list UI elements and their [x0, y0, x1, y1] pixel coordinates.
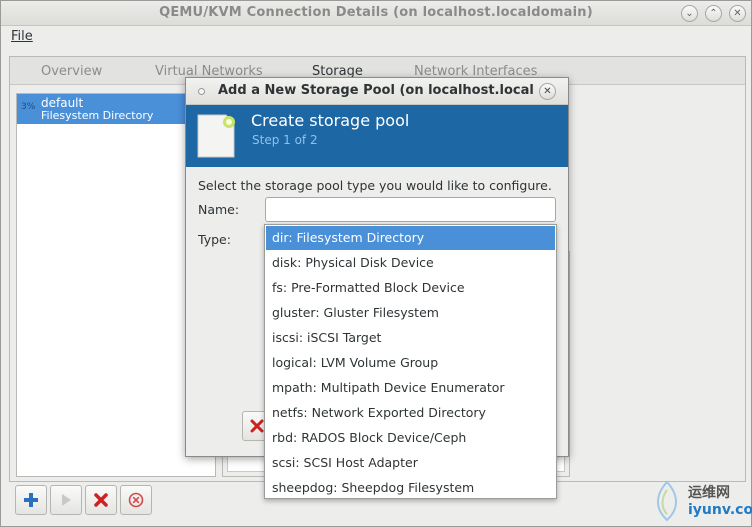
type-option-disk[interactable]: disk: Physical Disk Device: [266, 251, 555, 275]
pool-usage: 3%: [21, 102, 36, 112]
stop-pool-button[interactable]: [120, 485, 152, 515]
type-option-logical[interactable]: logical: LVM Volume Group: [266, 351, 555, 375]
type-option-scsi[interactable]: scsi: SCSI Host Adapter: [266, 451, 555, 475]
type-option-sheepdog[interactable]: sheepdog: Sheepdog Filesystem: [266, 476, 555, 500]
close-icon: ✕: [543, 86, 552, 97]
name-label: Name:: [198, 202, 240, 217]
add-icon: [24, 493, 38, 507]
window-titlebar[interactable]: QEMU/KVM Connection Details (on localhos…: [1, 1, 751, 26]
watermark-text: 运维网: [688, 485, 730, 501]
name-input[interactable]: [265, 197, 556, 222]
tab-overview[interactable]: Overview: [41, 64, 102, 79]
delete-pool-button[interactable]: [85, 485, 117, 515]
watermark-logo-icon: [657, 480, 677, 522]
dialog-title: Add a New Storage Pool (on localhost.loc…: [218, 83, 534, 98]
minimize-button[interactable]: ⌄: [681, 5, 698, 22]
storage-pool-icon: [197, 114, 235, 158]
close-button[interactable]: ✕: [729, 5, 746, 22]
pool-type: Filesystem Directory: [41, 109, 154, 122]
minimize-icon: ⌄: [685, 8, 694, 19]
type-option-fs[interactable]: fs: Pre-Formatted Block Device: [266, 276, 555, 300]
dialog-step: Step 1 of 2: [252, 133, 318, 147]
menu-file[interactable]: File: [11, 29, 33, 44]
close-icon: ✕: [733, 8, 742, 19]
type-option-gluster[interactable]: gluster: Gluster Filesystem: [266, 301, 555, 325]
maximize-icon: ⌃: [709, 8, 718, 19]
type-option-mpath[interactable]: mpath: Multipath Device Enumerator: [266, 376, 555, 400]
watermark: 运维网 iyunv.com: [650, 478, 752, 524]
dialog-prompt: Select the storage pool type you would l…: [198, 178, 552, 193]
maximize-button[interactable]: ⌃: [705, 5, 722, 22]
watermark-url: iyunv.com: [688, 502, 752, 518]
type-dropdown-list[interactable]: dir: Filesystem Directory disk: Physical…: [264, 224, 557, 499]
type-option-dir[interactable]: dir: Filesystem Directory: [266, 226, 555, 250]
dialog-close-button[interactable]: ✕: [539, 83, 556, 100]
type-option-iscsi[interactable]: iscsi: iSCSI Target: [266, 326, 555, 350]
pool-name: default: [41, 96, 84, 110]
play-icon: [62, 494, 71, 506]
type-option-netfs[interactable]: netfs: Network Exported Directory: [266, 401, 555, 425]
menubar: File: [1, 26, 751, 48]
start-pool-button[interactable]: [50, 485, 82, 515]
stop-icon: [128, 492, 144, 508]
delete-icon: [94, 493, 108, 507]
add-pool-button[interactable]: [15, 485, 47, 515]
type-option-rbd[interactable]: rbd: RADOS Block Device/Ceph: [266, 426, 555, 450]
window-title: QEMU/KVM Connection Details (on localhos…: [159, 5, 593, 20]
type-label: Type:: [198, 232, 231, 247]
dialog-titlebar[interactable]: Add a New Storage Pool (on localhost.loc…: [186, 78, 568, 105]
dialog-menu-icon[interactable]: [198, 88, 205, 95]
dialog-banner: Create storage pool Step 1 of 2: [186, 105, 568, 167]
dialog-header: Create storage pool: [251, 111, 410, 130]
cancel-icon: [250, 419, 264, 433]
